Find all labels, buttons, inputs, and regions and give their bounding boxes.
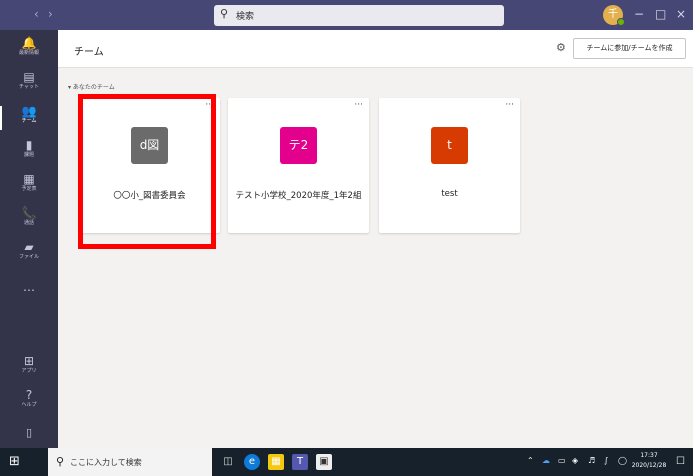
team-name: テスト小学校_2020年度_1年2組 [235, 191, 362, 201]
page-title: チーム [74, 47, 104, 58]
avatar-initial: 千 [608, 9, 618, 20]
rail-label: ファイル [18, 254, 39, 260]
team-avatar: t [431, 127, 468, 164]
more-icon: … [23, 280, 35, 294]
search-placeholder: 検索 [236, 12, 255, 22]
rail-item-calendar[interactable]: ▦ 予定表 [0, 172, 58, 202]
assignments-icon: ▮ [25, 138, 33, 152]
highlight-box [78, 94, 216, 249]
rail-item-more[interactable]: … [0, 280, 58, 310]
chat-icon: ▤ [23, 70, 35, 84]
section-label: ▾ あなたのチーム [68, 84, 115, 91]
onedrive-icon[interactable]: ☁ [542, 456, 550, 465]
rail-item-files[interactable]: ▰ ファイル [0, 240, 58, 270]
taskbar-search-input[interactable]: ⚲ ここに入力して検索 [48, 448, 212, 476]
apps-icon: ⊞ [23, 354, 35, 368]
clock-date: 2020/12/28 [631, 462, 667, 469]
windows-start-icon[interactable]: ⊞ [9, 455, 20, 469]
close-button[interactable]: × [676, 7, 686, 21]
status-dot [617, 18, 625, 26]
rail-item-calls[interactable]: 📞 通話 [0, 206, 58, 236]
calendar-icon: ▦ [23, 172, 35, 186]
volume-icon[interactable]: ♬ [588, 456, 595, 465]
clock-time: 17:37 [640, 452, 658, 459]
rail-item-chat[interactable]: ▤ チャット [0, 70, 58, 100]
team-name: test [441, 189, 458, 199]
bell-icon: 🔔 [21, 36, 37, 50]
title-bar: ‹ › ⚲ 検索 千 − □ × [0, 0, 693, 30]
join-create-team-button[interactable]: チームに参加/チームを作成 [573, 38, 686, 59]
taskbar: ⊞ ⚲ ここに入力して検索 ◫ e ▦ T ▣ ⌃ ☁ ▭ ◈ ♬ ∫ ◯ 17… [0, 448, 693, 476]
rail-label: 課題 [23, 152, 34, 158]
more-options-icon[interactable]: ··· [505, 100, 514, 110]
rail-item-apps[interactable]: ⊞ アプリ [0, 354, 58, 384]
search-input[interactable]: ⚲ 検索 [214, 5, 504, 26]
search-icon: ⚲ [220, 7, 229, 20]
rail-label: チャット [19, 84, 39, 90]
rail-label: 予定表 [21, 186, 37, 192]
team-avatar: テ2 [280, 127, 317, 164]
rail-item-assignments[interactable]: ▮ 課題 [0, 138, 58, 168]
clock[interactable]: 17:37 2020/12/28 [629, 451, 669, 471]
help-icon: ? [25, 388, 33, 402]
pen-icon[interactable]: ∫ [604, 456, 608, 465]
avatar[interactable]: 千 [603, 5, 625, 26]
rail-label: 最新情報 [18, 50, 39, 56]
forward-arrow-icon[interactable]: › [48, 7, 53, 21]
back-arrow-icon[interactable]: ‹ [34, 7, 39, 21]
gear-icon[interactable]: ⚙ [556, 41, 566, 54]
team-card[interactable]: ··· t test [379, 98, 520, 233]
battery-icon[interactable]: ▭ [558, 456, 566, 465]
minimize-button[interactable]: − [634, 7, 644, 21]
taskbar-search-placeholder: ここに入力して検索 [70, 458, 142, 467]
rail-item-teams[interactable]: 👥 チーム [0, 104, 58, 134]
rail-label: アプリ [21, 368, 37, 374]
maximize-button[interactable]: □ [655, 7, 666, 21]
team-card[interactable]: ··· テ2 テスト小学校_2020年度_1年2組 [228, 98, 369, 233]
ime-icon[interactable]: ◯ [618, 456, 627, 465]
store-icon[interactable]: ▣ [316, 454, 332, 470]
more-options-icon[interactable]: ··· [354, 100, 363, 110]
network-icon[interactable]: ◈ [572, 456, 578, 465]
rail-label: チーム [21, 118, 37, 124]
search-icon: ⚲ [56, 455, 65, 468]
app-rail: 🔔 最新情報 ▤ チャット 👥 チーム ▮ 課題 ▦ 予定表 📞 通話 ▰ ファ… [0, 30, 58, 448]
files-icon: ▰ [24, 240, 34, 254]
file-explorer-icon[interactable]: ▦ [268, 454, 284, 470]
phone-icon: 📞 [21, 206, 37, 220]
rail-item-help[interactable]: ? ヘルプ [0, 388, 58, 418]
teams-taskbar-icon[interactable]: T [292, 454, 308, 470]
rail-label: ヘルプ [21, 402, 37, 408]
edge-icon[interactable]: e [244, 454, 260, 470]
rail-label: 通話 [23, 220, 34, 226]
chevron-up-icon[interactable]: ⌃ [527, 456, 534, 465]
rail-item-activity[interactable]: 🔔 最新情報 [0, 36, 58, 66]
page-header: チーム ⚙ チームに参加/チームを作成 [58, 30, 693, 68]
task-view-icon[interactable]: ◫ [220, 454, 236, 470]
teams-icon: 👥 [21, 104, 37, 118]
device-icon[interactable]: ▯ [0, 418, 58, 448]
notification-icon[interactable]: ☐ [676, 456, 685, 467]
